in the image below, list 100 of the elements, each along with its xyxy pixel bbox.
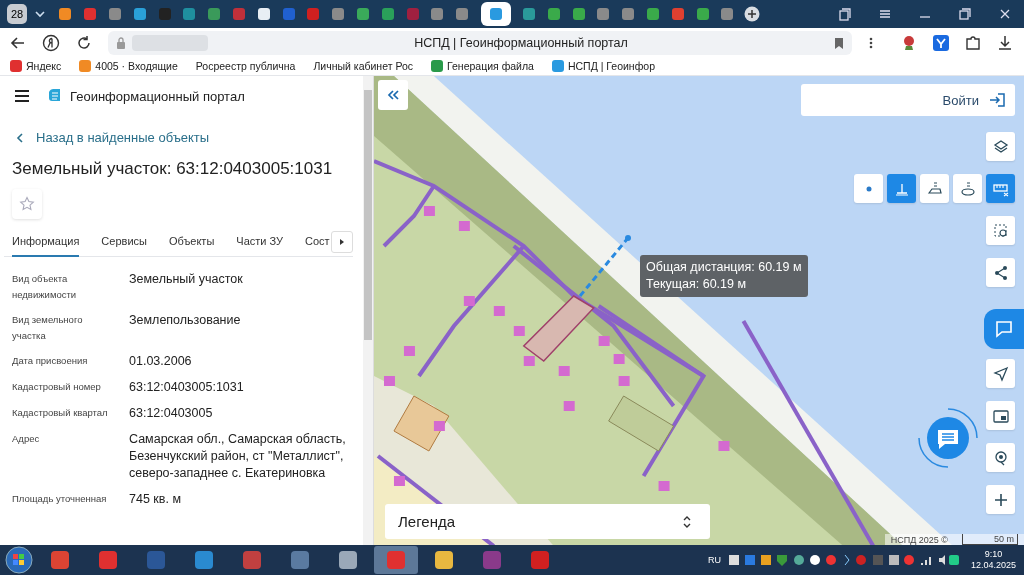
map-attribution: НСПД 2025 © [890,535,948,545]
portal-logo-icon [46,88,62,104]
circle-measure-icon [959,180,976,197]
reload-icon[interactable] [76,34,92,51]
navigation-arrow-icon [992,365,1009,382]
building [523,356,535,366]
back-arrow-icon[interactable] [10,34,26,51]
tray-icons-drawing[interactable] [728,553,959,567]
tab[interactable]: Части ЗУ [236,231,283,257]
object-title: Земельный участок: 63:12:0403005:1031 [12,159,334,179]
building [658,481,670,491]
field-value: 745 кв. м [129,491,182,508]
field-value: 63:12:0403005 [129,405,214,422]
field-value: Землепользование [129,312,242,329]
chevron-left-icon [16,131,24,144]
map-tool-button[interactable] [986,401,1015,430]
sort-chevrons-icon [682,514,692,529]
field-label: Адрес [12,432,41,446]
map-tool-button[interactable] [986,216,1015,245]
bookmark-link[interactable]: Яндекс [10,60,62,72]
map-tool-button[interactable] [986,258,1015,287]
bookmark-link[interactable]: Росреестр публична [195,60,296,72]
building [513,326,525,336]
bookmark-link[interactable]: НСПД | Геоинфор [551,60,655,72]
building [613,354,625,364]
building [563,401,575,411]
parcel [608,395,675,452]
building [433,421,445,431]
field-label: Вид объекта недвижимости [12,272,78,302]
menu-icon[interactable] [14,89,30,103]
more-icon[interactable] [868,35,874,50]
download-icon[interactable] [996,33,1014,52]
scrollbar[interactable] [363,76,373,545]
map-tool-button[interactable] [953,174,982,203]
building [403,346,415,356]
polygon-measure-icon [926,180,943,197]
tooltip-text: Текущая: 60.19 м [646,276,748,293]
tab[interactable]: Сост [305,231,330,257]
close-icon[interactable] [998,7,1012,21]
share-icon [992,264,1009,281]
building [393,476,405,486]
building [718,441,730,451]
tooltip-text: Общая дистанция: 60.19 м [646,259,802,276]
building [493,306,505,316]
field-label: Вид земельного участка [12,313,84,343]
bookmark-link[interactable]: 4005 · Входящие [79,60,178,72]
page-title: НСПД | Геоинформационный портал [413,35,629,50]
map-tool-button[interactable] [986,359,1015,388]
bookmark-icon[interactable] [834,36,844,49]
map-tool-button[interactable] [986,485,1015,514]
chat-icon [993,318,1015,340]
building [423,206,435,216]
map-tool-button[interactable] [986,443,1015,472]
plus-icon[interactable] [743,6,760,22]
field-label: Кадастровый номер [12,380,102,394]
collapse-panel-button[interactable] [378,80,408,110]
building [618,376,630,386]
chat-button[interactable] [916,406,980,470]
double-chevron-left-icon [387,89,399,101]
field-value: 63:12:0403005:1031 [129,379,245,396]
lock-icon [116,36,126,49]
address-field[interactable]: НСПД | Геоинформационный портал [108,30,852,55]
location-icon [992,449,1009,466]
browser-tab[interactable] [480,2,511,26]
picture-in-picture-icon [992,407,1009,424]
building [458,221,470,231]
building [598,336,610,346]
back-link[interactable]: Назад в найденные объекты [16,130,363,145]
select-area-icon [992,222,1009,239]
bookmark-link[interactable]: Личный кабинет Рос [313,60,413,72]
tab-count-button[interactable]: 28 [7,4,27,24]
restore-icon[interactable] [958,7,972,21]
start-button[interactable] [4,545,34,575]
clock-date[interactable]: 12.04.2025 [970,560,1016,571]
language-indicator[interactable]: RU [707,555,721,565]
map-tool-button[interactable] [986,132,1015,161]
clock-time[interactable]: 9:10 [970,549,1016,560]
building [558,366,570,376]
field-label: Дата присвоения [12,354,89,368]
bookmark-link[interactable]: Генерация файла [431,60,534,72]
field-label: Площадь уточненная [12,492,108,506]
legend-dropdown[interactable]: Легенда [385,504,710,539]
scrollbar-thumb[interactable] [364,90,372,340]
tab[interactable]: Объекты [168,231,215,257]
field-value: Самарская обл., Самарская область, Безенчукский район, ст "Металлист", северо-западнее с. Екатериновка [129,431,347,482]
portal-title: Геоинформационный портал [70,88,245,104]
copy-icon[interactable] [838,7,852,21]
field-value: Земельный участок [129,271,244,288]
yandex-logo-icon[interactable] [42,33,60,52]
shield-extension-icon[interactable] [932,33,950,52]
building [463,296,475,306]
layers-icon [992,138,1009,155]
field-label: Кадастровый квартал [12,406,109,420]
feedback-tab[interactable] [984,309,1024,349]
star-icon [19,196,35,212]
scroll-tabs-button[interactable] [331,231,353,253]
tab[interactable]: Сервисы [101,231,147,257]
login-button[interactable]: Войти [801,84,1015,116]
tab[interactable]: Информация [12,231,80,257]
building [384,376,395,386]
